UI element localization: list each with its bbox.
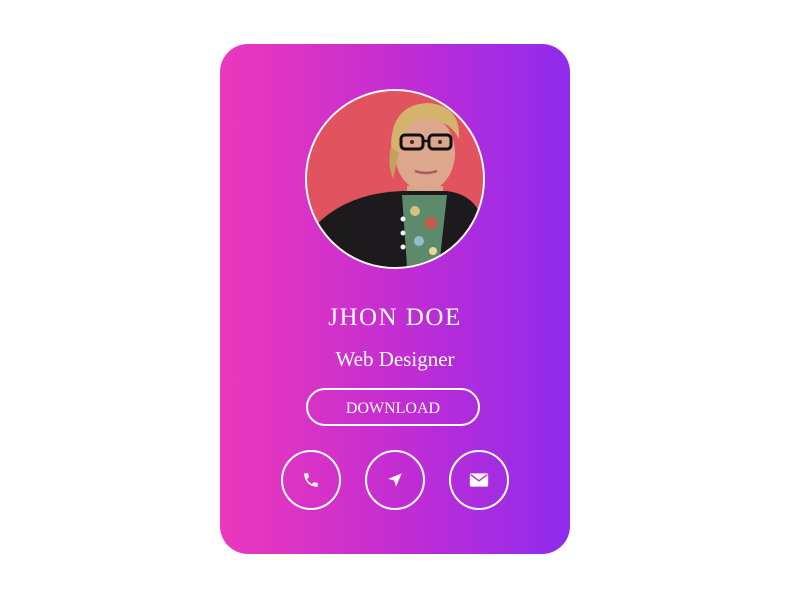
profile-name: JHON DOE bbox=[328, 304, 462, 331]
location-button[interactable] bbox=[365, 450, 425, 510]
avatar bbox=[305, 89, 485, 269]
avatar-photo bbox=[307, 91, 483, 267]
profile-role: Web Designer bbox=[335, 347, 455, 371]
download-button[interactable]: DOWNLOAD bbox=[306, 388, 480, 426]
envelope-icon bbox=[469, 473, 489, 487]
phone-button[interactable] bbox=[281, 450, 341, 510]
location-arrow-icon bbox=[388, 473, 402, 487]
email-button[interactable] bbox=[449, 450, 509, 510]
phone-icon bbox=[304, 473, 318, 487]
